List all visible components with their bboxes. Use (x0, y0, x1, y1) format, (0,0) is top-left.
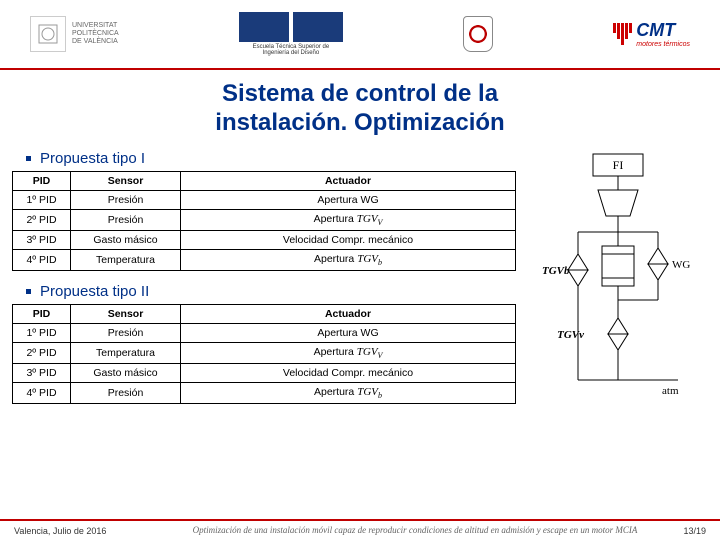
slide-footer: Valencia, Julio de 2016 Optimización de … (0, 519, 720, 540)
cell-actuador: Apertura TGVV (181, 209, 516, 230)
cmt-logo: CMT motores térmicos (613, 20, 690, 48)
col-pid: PID (13, 171, 71, 190)
etsid-text: Escuela Técnica Superior de Ingeniería d… (246, 44, 336, 56)
cell-pid: 2º PID (13, 209, 71, 230)
slide-header: UNIVERSITAT POLITÈCNICA DE VALÈNCIA Escu… (0, 0, 720, 70)
col-pid: PID (13, 304, 71, 323)
cell-pid: 1º PID (13, 323, 71, 342)
etsid-box-icon (239, 12, 289, 42)
table-row: 4º PIDTemperaturaApertura TGVb (13, 249, 516, 270)
table-row: 1º PIDPresiónApertura WG (13, 190, 516, 209)
upv-line3: DE VALÈNCIA (72, 38, 119, 46)
slide-title: Sistema de control de la instalación. Op… (0, 70, 720, 144)
upv-emblem-icon (30, 16, 66, 52)
cell-actuador: Velocidad Compr. mecánico (181, 364, 516, 383)
section-heading-1: Propuesta tipo I (12, 144, 516, 171)
shield-icon (463, 16, 493, 52)
proposal-2-table: PIDSensorActuador1º PIDPresiónApertura W… (12, 304, 516, 404)
tables-column: Propuesta tipo I PIDSensorActuador1º PID… (12, 144, 516, 411)
cell-sensor: Temperatura (71, 249, 181, 270)
cell-actuador: Apertura TGVb (181, 249, 516, 270)
table-row: 4º PIDPresiónApertura TGVb (13, 383, 516, 404)
col-actuador: Actuador (181, 171, 516, 190)
footer-title: Optimización de una instalación móvil ca… (164, 525, 666, 536)
table-row: 3º PIDGasto másicoVelocidad Compr. mecán… (13, 364, 516, 383)
upv-logo: UNIVERSITAT POLITÈCNICA DE VALÈNCIA (30, 12, 119, 56)
cell-pid: 4º PID (13, 383, 71, 404)
cell-actuador: Apertura TGVV (181, 342, 516, 363)
cell-pid: 1º PID (13, 190, 71, 209)
diagram-column: FI TGVb WG (528, 144, 708, 411)
title-line1: Sistema de control de la (222, 80, 498, 107)
cell-actuador: Apertura TGVb (181, 383, 516, 404)
table-row: 3º PIDGasto másicoVelocidad Compr. mecán… (13, 230, 516, 249)
diagram-tgvv-label: TGVv (557, 329, 584, 341)
footer-date: Valencia, Julio de 2016 (14, 526, 164, 536)
etsid-box-icon (293, 12, 343, 42)
col-sensor: Sensor (71, 304, 181, 323)
diagram-tgvb-label: TGVb (542, 265, 570, 277)
cell-sensor: Presión (71, 209, 181, 230)
proposal-1-table: PIDSensorActuador1º PIDPresiónApertura W… (12, 171, 516, 271)
cmt-name: CMT (636, 20, 690, 41)
upv-text: UNIVERSITAT POLITÈCNICA DE VALÈNCIA (72, 22, 119, 45)
diagram-atm-label: atm (662, 385, 679, 397)
diagram-fi-label: FI (613, 158, 624, 172)
cmt-bars-icon (613, 23, 632, 45)
title-line2: instalación. Optimización (215, 109, 504, 136)
cell-actuador: Apertura WG (181, 190, 516, 209)
upv-line2: POLITÈCNICA (72, 30, 119, 38)
footer-page-number: 13/19 (666, 526, 706, 536)
table-row: 2º PIDPresiónApertura TGVV (13, 209, 516, 230)
system-diagram: FI TGVb WG (538, 150, 698, 410)
cell-pid: 3º PID (13, 230, 71, 249)
cell-sensor: Gasto másico (71, 364, 181, 383)
upv-line1: UNIVERSITAT (72, 22, 119, 30)
col-sensor: Sensor (71, 171, 181, 190)
diagram-wg-label: WG (672, 259, 690, 271)
cmt-subtitle: motores térmicos (636, 41, 690, 48)
cell-pid: 2º PID (13, 342, 71, 363)
cell-sensor: Presión (71, 190, 181, 209)
cell-sensor: Presión (71, 383, 181, 404)
col-actuador: Actuador (181, 304, 516, 323)
cell-pid: 4º PID (13, 249, 71, 270)
cell-sensor: Presión (71, 323, 181, 342)
cell-actuador: Apertura WG (181, 323, 516, 342)
table-row: 2º PIDTemperaturaApertura TGVV (13, 342, 516, 363)
slide-content: Propuesta tipo I PIDSensorActuador1º PID… (0, 144, 720, 411)
section-heading-2: Propuesta tipo II (12, 277, 516, 304)
cell-sensor: Temperatura (71, 342, 181, 363)
cell-sensor: Gasto másico (71, 230, 181, 249)
cell-actuador: Velocidad Compr. mecánico (181, 230, 516, 249)
etsid-logo: Escuela Técnica Superior de Ingeniería d… (239, 12, 343, 56)
cell-pid: 3º PID (13, 364, 71, 383)
table-row: 1º PIDPresiónApertura WG (13, 323, 516, 342)
